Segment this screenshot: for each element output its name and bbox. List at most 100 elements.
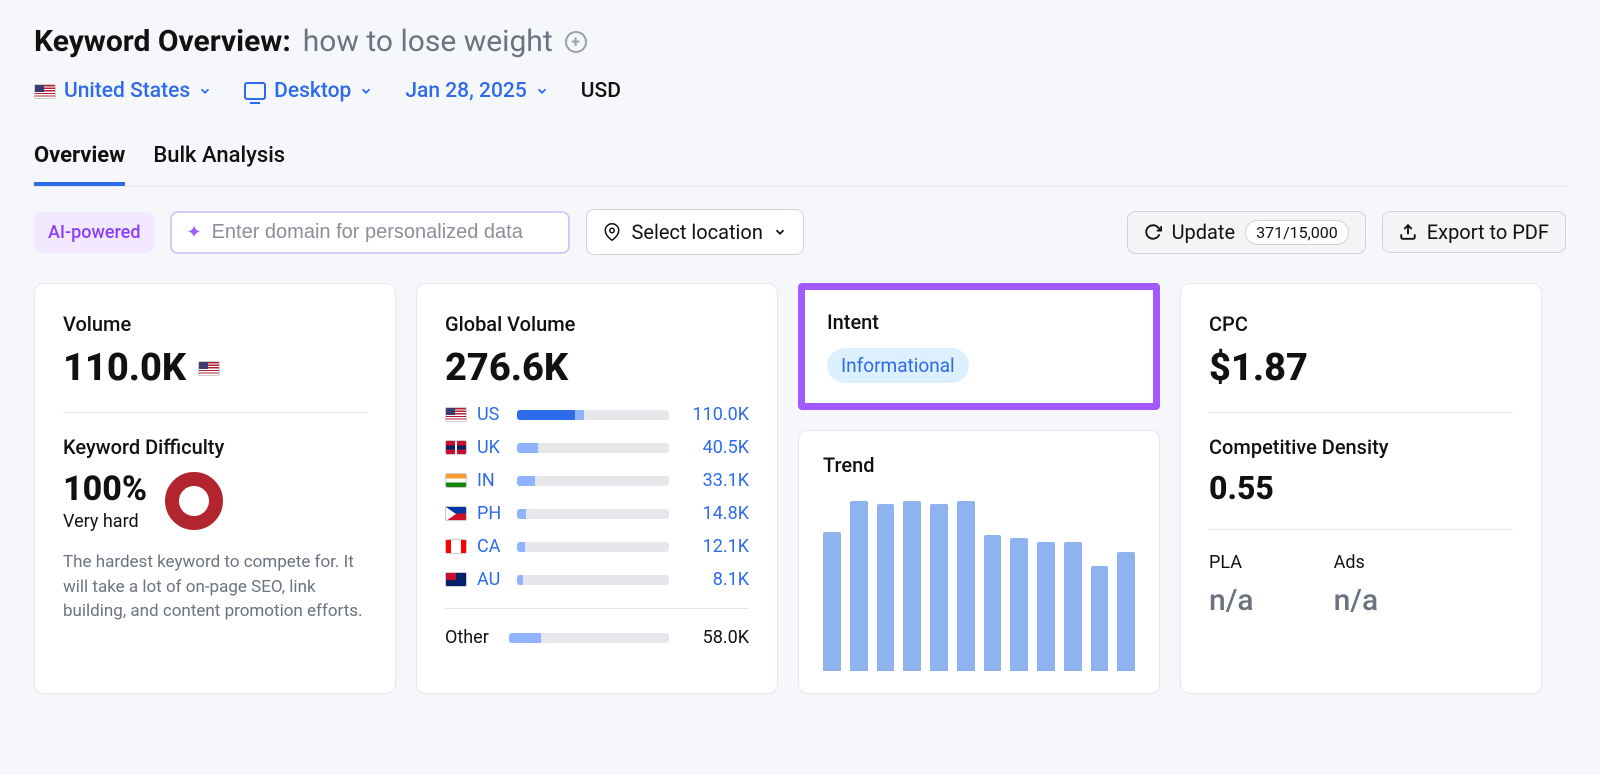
gv-value: 12.1K [679, 536, 749, 557]
gv-bar [517, 542, 669, 552]
sparkle-icon: ✦ [186, 222, 201, 243]
flag-ph-icon [445, 506, 467, 521]
tabs: Overview Bulk Analysis [34, 137, 1566, 187]
trend-label: Trend [823, 453, 1135, 477]
volume-label: Volume [63, 312, 367, 336]
ads-value: n/a [1334, 583, 1379, 618]
device-filter[interactable]: Desktop [244, 79, 373, 103]
gv-value: 40.5K [679, 437, 749, 458]
flag-ca-icon [445, 539, 467, 554]
flag-uk-icon [445, 440, 467, 455]
flag-us-icon [445, 407, 467, 422]
chevron-down-icon [773, 225, 787, 239]
device-filter-label: Desktop [274, 79, 351, 103]
page-title-label: Keyword Overview: [34, 24, 291, 59]
global-volume-card: Global Volume 276.6K US 110.0K UK 40.5K IN 33… [416, 283, 778, 694]
gv-value: 14.8K [679, 503, 749, 524]
tab-bulk-analysis[interactable]: Bulk Analysis [153, 137, 285, 186]
gv-row[interactable]: AU 8.1K [445, 569, 749, 590]
gv-country: UK [477, 437, 507, 458]
gv-row[interactable]: US 110.0K [445, 404, 749, 425]
cpc-card: CPC $1.87 Competitive Density 0.55 PLA n… [1180, 283, 1542, 694]
chevron-down-icon [535, 84, 549, 98]
gv-row[interactable]: CA 12.1K [445, 536, 749, 557]
gv-value: 33.1K [679, 470, 749, 491]
domain-input[interactable] [212, 221, 555, 244]
trend-bar [957, 501, 975, 671]
kd-description: The hardest keyword to compete for. It w… [63, 550, 367, 624]
domain-input-wrap[interactable]: ✦ [170, 211, 570, 254]
currency-label: USD [581, 79, 621, 103]
gv-country: CA [477, 536, 507, 557]
volume-card: Volume 110.0K Keyword Difficulty 100% Ve… [34, 283, 396, 694]
pla-label: PLA [1209, 552, 1254, 573]
add-keyword-icon[interactable]: + [565, 31, 587, 53]
kd-value: 100% [63, 469, 147, 509]
gv-other-label: Other [445, 627, 499, 648]
trend-bar [1010, 538, 1028, 671]
intent-label: Intent [827, 310, 1131, 334]
upload-icon [1399, 223, 1417, 241]
gv-row[interactable]: PH 14.8K [445, 503, 749, 524]
trend-bar [1064, 542, 1082, 671]
flag-us-icon [198, 361, 220, 376]
gv-country: PH [477, 503, 507, 524]
gv-bar [517, 476, 669, 486]
flag-us-icon [34, 84, 56, 99]
location-select-label: Select location [631, 220, 762, 244]
cpc-label: CPC [1209, 312, 1513, 336]
kd-level: Very hard [63, 511, 147, 532]
ads-label: Ads [1334, 552, 1379, 573]
update-counter: 371/15,000 [1245, 220, 1349, 245]
country-filter-label: United States [64, 79, 190, 103]
intent-pill[interactable]: Informational [827, 348, 969, 383]
pla-value: n/a [1209, 583, 1254, 618]
intent-card: Intent Informational [798, 283, 1160, 410]
gv-country: US [477, 404, 507, 425]
gv-country: IN [477, 470, 507, 491]
cpc-value: $1.87 [1209, 346, 1513, 390]
update-button-label: Update [1172, 220, 1236, 244]
gv-other-value: 58.0K [679, 627, 749, 648]
gv-country: AU [477, 569, 507, 590]
tab-overview[interactable]: Overview [34, 137, 125, 186]
gv-bar [517, 509, 669, 519]
location-select[interactable]: Select location [586, 209, 803, 255]
trend-bar [930, 504, 948, 671]
ai-powered-badge: AI-powered [34, 212, 154, 253]
trend-bar [984, 535, 1002, 671]
global-volume-value: 276.6K [445, 346, 749, 390]
map-pin-icon [603, 223, 621, 241]
global-volume-label: Global Volume [445, 312, 749, 336]
update-button[interactable]: Update 371/15,000 [1127, 211, 1366, 254]
volume-value: 110.0K [63, 346, 186, 390]
gv-value: 110.0K [679, 404, 749, 425]
cd-value: 0.55 [1209, 469, 1513, 507]
trend-card: Trend [798, 430, 1160, 694]
refresh-icon [1144, 223, 1162, 241]
gv-bar [509, 633, 669, 643]
flag-in-icon [445, 473, 467, 488]
trend-bar [1091, 566, 1109, 671]
gv-row-other[interactable]: Other 58.0K [445, 627, 749, 648]
trend-bar [823, 532, 841, 671]
ai-powered-label: AI-powered [48, 222, 140, 243]
country-filter[interactable]: United States [34, 79, 212, 103]
gv-row[interactable]: UK 40.5K [445, 437, 749, 458]
gv-row[interactable]: IN 33.1K [445, 470, 749, 491]
gv-bar [517, 575, 669, 585]
export-pdf-button[interactable]: Export to PDF [1382, 211, 1566, 253]
trend-chart [823, 501, 1135, 671]
chevron-down-icon [198, 84, 212, 98]
trend-bar [850, 501, 868, 671]
kd-label: Keyword Difficulty [63, 435, 367, 459]
gv-value: 8.1K [679, 569, 749, 590]
gv-bar [517, 410, 669, 420]
cd-label: Competitive Density [1209, 435, 1513, 459]
date-filter-label: Jan 28, 2025 [405, 79, 526, 103]
trend-bar [1037, 542, 1055, 671]
gv-bar [517, 443, 669, 453]
kd-ring-icon [165, 472, 223, 530]
date-filter[interactable]: Jan 28, 2025 [405, 79, 548, 103]
chevron-down-icon [359, 84, 373, 98]
